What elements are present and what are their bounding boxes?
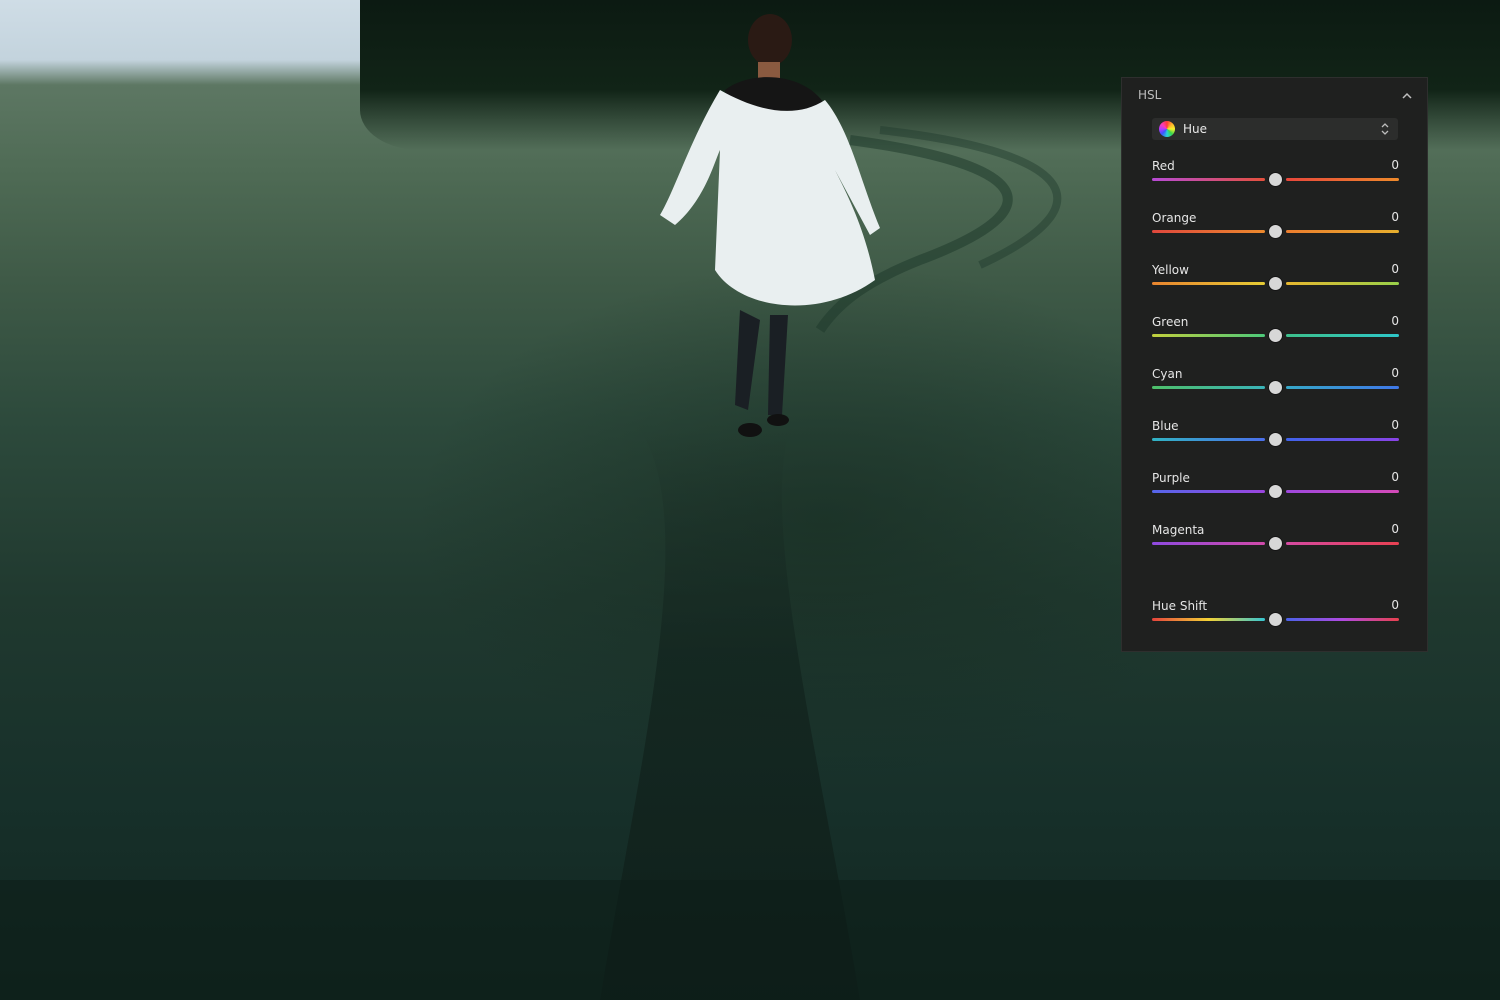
slider-thumb[interactable] [1269,485,1282,498]
slider-thumb[interactable] [1269,329,1282,342]
slider-value: 0 [1391,314,1399,328]
slider-thumb[interactable] [1269,381,1282,394]
slider-track-left[interactable] [1152,386,1265,389]
slider-thumb[interactable] [1269,433,1282,446]
slider-hue-shift[interactable]: Hue Shift 0 [1152,598,1399,639]
slider-label: Purple [1152,471,1190,485]
color-wheel-icon [1159,121,1175,137]
slider-track-right[interactable] [1286,334,1399,337]
panel-title: HSL [1138,88,1162,102]
slider-track-left[interactable] [1152,230,1265,233]
slider-green[interactable]: Green 0 [1152,314,1399,355]
hsl-panel: HSL Hue Red 0 Orange 0 Yellow 0 Green 0 … [1121,77,1428,652]
slider-track-left[interactable] [1152,542,1265,545]
slider-track-left[interactable] [1152,178,1265,181]
slider-orange[interactable]: Orange 0 [1152,210,1399,251]
slider-label: Blue [1152,419,1179,433]
chevron-up-icon[interactable] [1401,90,1413,102]
slider-value: 0 [1391,470,1399,484]
panel-header[interactable]: HSL [1122,78,1427,114]
slider-track-right[interactable] [1286,542,1399,545]
slider-value: 0 [1391,418,1399,432]
slider-thumb[interactable] [1269,225,1282,238]
slider-label: Hue Shift [1152,599,1208,613]
slider-value: 0 [1391,522,1399,536]
slider-thumb[interactable] [1269,277,1282,290]
slider-magenta[interactable]: Magenta 0 [1152,522,1399,563]
slider-track-left[interactable] [1152,490,1265,493]
slider-value: 0 [1391,598,1399,612]
slider-track-left[interactable] [1152,282,1265,285]
person-figure [660,14,880,437]
slider-track-left[interactable] [1152,438,1265,441]
slider-track-right[interactable] [1286,386,1399,389]
slider-track-left[interactable] [1152,618,1265,621]
slider-label: Cyan [1152,367,1183,381]
slider-label: Orange [1152,211,1197,225]
slider-track-left[interactable] [1152,334,1265,337]
slider-value: 0 [1391,366,1399,380]
slider-label: Magenta [1152,523,1205,537]
slider-value: 0 [1391,262,1399,276]
slider-label: Red [1152,159,1175,173]
slider-track-right[interactable] [1286,282,1399,285]
slider-thumb[interactable] [1269,173,1282,186]
slider-track-right[interactable] [1286,230,1399,233]
slider-track-right[interactable] [1286,618,1399,621]
slider-track-right[interactable] [1286,490,1399,493]
slider-yellow[interactable]: Yellow 0 [1152,262,1399,303]
slider-track-right[interactable] [1286,178,1399,181]
slider-cyan[interactable]: Cyan 0 [1152,366,1399,407]
slider-red[interactable]: Red 0 [1152,158,1399,199]
slider-label: Yellow [1152,263,1189,277]
slider-thumb[interactable] [1269,537,1282,550]
slider-blue[interactable]: Blue 0 [1152,418,1399,459]
slider-track-right[interactable] [1286,438,1399,441]
slider-thumb[interactable] [1269,613,1282,626]
updown-chevron-icon [1381,123,1389,135]
hsl-mode-value: Hue [1183,122,1208,136]
slider-value: 0 [1391,158,1399,172]
slider-value: 0 [1391,210,1399,224]
slider-purple[interactable]: Purple 0 [1152,470,1399,511]
slider-label: Green [1152,315,1189,329]
hsl-mode-select[interactable]: Hue [1152,118,1398,140]
